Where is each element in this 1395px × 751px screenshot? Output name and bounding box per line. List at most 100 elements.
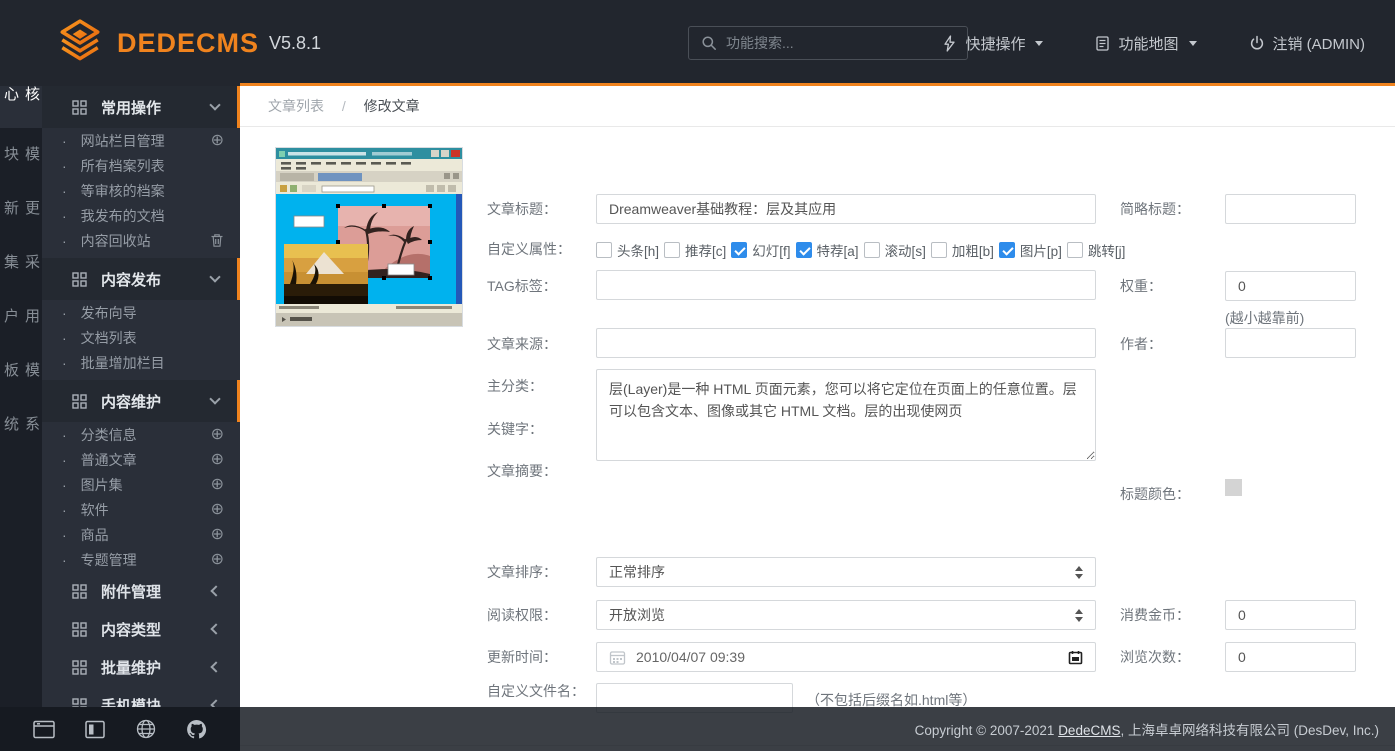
sidebar-menu-row[interactable]: · 软件 ⊕ — [42, 497, 240, 522]
attribute-checkbox-item[interactable]: 跳转[j] — [1067, 240, 1126, 260]
plus-circle-icon[interactable]: ⊕ — [211, 477, 224, 493]
plus-circle-icon[interactable]: ⊕ — [211, 502, 224, 518]
gold-input[interactable] — [1225, 600, 1356, 630]
rail-tab[interactable]: 用户 — [0, 308, 42, 344]
date-picker-icon[interactable] — [1068, 650, 1083, 665]
plus-circle-icon[interactable]: ⊕ — [211, 552, 224, 568]
github-icon[interactable] — [186, 719, 207, 739]
sidebar-menu-row[interactable]: · 所有档案列表 — [42, 153, 240, 178]
version-label: V5.8.1 — [269, 33, 321, 54]
rail-tab[interactable]: 系统 — [0, 416, 42, 452]
footer-bar: Copyright © 2007-2021 DedeCMS, 上海卓卓网络科技有… — [240, 707, 1395, 751]
plus-circle-icon[interactable]: ⊕ — [211, 452, 224, 468]
menu-item-label: 普通文章 — [81, 450, 137, 470]
sidebar-menu-row[interactable]: · 普通文章 ⊕ — [42, 447, 240, 472]
attribute-checkbox-item[interactable]: 幻灯[f] — [731, 240, 790, 260]
title-color-swatch[interactable] — [1225, 479, 1242, 496]
bullet-icon: · — [62, 158, 67, 174]
accent-divider — [240, 83, 1395, 86]
lightning-icon — [942, 35, 957, 52]
calendar-icon — [609, 649, 626, 666]
trash-icon[interactable] — [210, 233, 224, 248]
sidebar-menu-row[interactable]: 批量维护 — [42, 648, 240, 686]
chevron-down-icon — [211, 399, 219, 403]
sidebar-menu-row[interactable]: 手机模块 — [42, 686, 240, 707]
feature-map-menu[interactable]: 功能地图 — [1095, 33, 1196, 54]
sidebar-menu-row[interactable]: 内容发布 — [42, 258, 240, 300]
bullet-icon: · — [62, 208, 67, 224]
plus-circle-icon[interactable]: ⊕ — [211, 527, 224, 543]
sidebar-menu-row[interactable]: · 商品 ⊕ — [42, 522, 240, 547]
attribute-checkbox-item[interactable]: 头条[h] — [596, 240, 659, 260]
search-input[interactable] — [726, 35, 967, 51]
sidebar-menu-row[interactable]: · 内容回收站 — [42, 228, 240, 253]
logout-button[interactable]: 注销 (ADMIN) — [1249, 33, 1366, 54]
author-input[interactable] — [1225, 328, 1356, 358]
menu-item-label: 常用操作 — [101, 97, 161, 118]
function-search[interactable] — [688, 26, 968, 60]
sidebar-menu-row[interactable]: 内容类型 — [42, 610, 240, 648]
summary-textarea[interactable]: 层(Layer)是一种 HTML 页面元素，您可以将它定位在页面上的任意位置。层… — [596, 369, 1096, 461]
attribute-checkbox-item[interactable]: 滚动[s] — [864, 240, 926, 260]
title-input[interactable] — [596, 194, 1096, 224]
attribute-checkbox-item[interactable]: 特荐[a] — [796, 240, 859, 260]
attribute-checkbox-item[interactable]: 加粗[b] — [931, 240, 994, 260]
rail-tab[interactable]: 模块 — [0, 146, 42, 182]
sidebar-menu-row[interactable]: · 批量增加栏目 — [42, 350, 240, 375]
checkbox[interactable] — [664, 242, 680, 258]
sidebar-menu-row[interactable]: 附件管理 — [42, 572, 240, 610]
breadcrumb-article-list[interactable]: 文章列表 — [268, 98, 324, 114]
rail-tab[interactable]: 采集 — [0, 254, 42, 290]
menu-item-label: 我发布的文档 — [81, 206, 165, 226]
checkbox[interactable] — [864, 242, 880, 258]
plus-circle-icon[interactable]: ⊕ — [211, 133, 224, 149]
sidebar-menu-row[interactable]: · 我发布的文档 — [42, 203, 240, 228]
menu-item-label: 网站栏目管理 — [81, 131, 165, 151]
checkbox[interactable] — [1067, 242, 1083, 258]
quick-actions-menu[interactable]: 快捷操作 — [942, 33, 1043, 54]
attribute-checkbox-item[interactable]: 图片[p] — [999, 240, 1062, 260]
sidebar-menu-row[interactable]: 内容维护 — [42, 380, 240, 422]
sidebar-menu-row[interactable]: · 等审核的档案 — [42, 178, 240, 203]
checkbox[interactable] — [999, 242, 1015, 258]
sidebar-menu-row[interactable]: · 文档列表 — [42, 325, 240, 350]
short-title-input[interactable] — [1225, 194, 1356, 224]
update-time-picker[interactable]: 2010/04/07 09:39 — [596, 642, 1096, 672]
grid-icon — [72, 698, 87, 708]
menu-item-label: 批量维护 — [101, 657, 161, 678]
sort-select[interactable]: 正常排序 — [596, 557, 1096, 587]
checkbox-label: 幻灯[f] — [752, 240, 790, 260]
dedecms-link[interactable]: DedeCMS — [1058, 723, 1120, 738]
rail-tab[interactable]: 更新 — [0, 200, 42, 236]
checkbox[interactable] — [596, 242, 612, 258]
sidebar-menu-row[interactable]: · 图片集 ⊕ — [42, 472, 240, 497]
sidebar-menu-row[interactable]: 常用操作 — [42, 86, 240, 128]
rail-tab[interactable]: 模板 — [0, 362, 42, 398]
rail-tab[interactable]: 核心 — [0, 86, 42, 128]
chevron-left-icon — [212, 587, 220, 595]
checkbox[interactable] — [931, 242, 947, 258]
views-input[interactable] — [1225, 642, 1356, 672]
chevron-down-icon — [1189, 41, 1197, 46]
bullet-icon: · — [62, 427, 67, 443]
checkbox[interactable] — [731, 242, 747, 258]
window-icon[interactable] — [33, 720, 55, 739]
sidebar-menu-row[interactable]: · 网站栏目管理 ⊕ — [42, 128, 240, 153]
source-input[interactable] — [596, 328, 1096, 358]
plus-circle-icon[interactable]: ⊕ — [211, 427, 224, 443]
weight-hint: (越小越靠前) — [1225, 308, 1304, 328]
dedecms-logo[interactable]: DEDECMS V5.8.1 — [55, 18, 321, 68]
globe-icon[interactable] — [136, 719, 156, 739]
sidebar-menu-row[interactable]: · 专题管理 ⊕ — [42, 547, 240, 572]
field-label-category: 主分类： — [487, 378, 589, 395]
weight-input[interactable] — [1225, 271, 1356, 301]
sidebar-menu-row[interactable]: · 分类信息 ⊕ — [42, 422, 240, 447]
read-access-select[interactable]: 开放浏览 — [596, 600, 1096, 630]
attribute-checkbox-item[interactable]: 推荐[c] — [664, 240, 726, 260]
tag-input[interactable] — [596, 270, 1096, 300]
article-thumbnail[interactable] — [275, 147, 463, 327]
checkbox[interactable] — [796, 242, 812, 258]
sidebar-layout-icon[interactable] — [85, 720, 105, 739]
sidebar-menu-row[interactable]: · 发布向导 — [42, 300, 240, 325]
bullet-icon: · — [62, 452, 67, 468]
